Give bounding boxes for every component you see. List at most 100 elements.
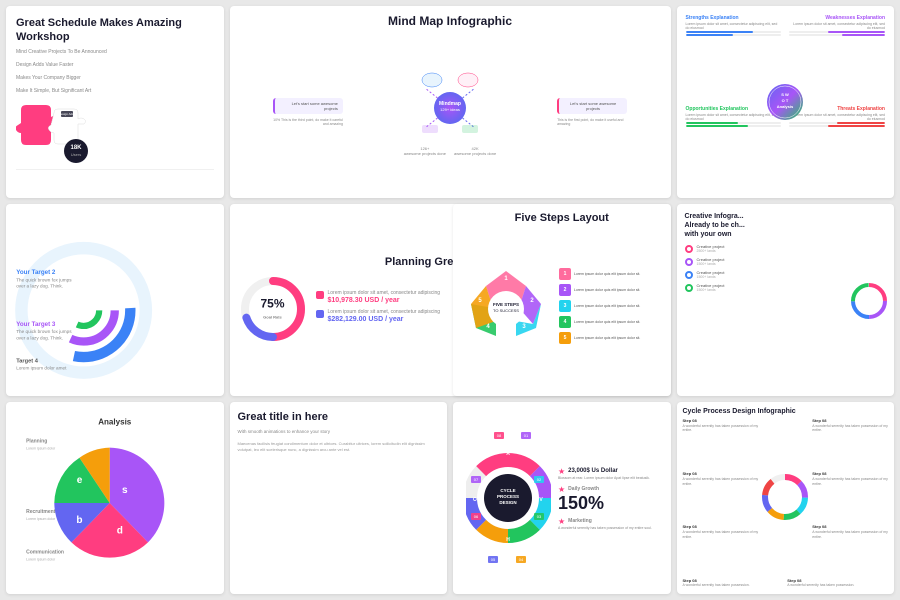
step-box-4: Step 08 A wonderful serenity has taken p… [812, 471, 888, 522]
step-box-3: Step 08 A wonderful serenity has taken p… [683, 471, 759, 522]
cycle-marketing-stat: ★ Marketing A wonderful serenity has tak… [558, 517, 656, 530]
slide9-body: Maecenas facilisis feugiat condimentum d… [238, 441, 440, 453]
mindmap-branch-right-1: Let's start some awesome projects [557, 98, 627, 114]
svg-text:Your Target 2: Your Target 2 [16, 269, 56, 276]
svg-text:Analysis: Analysis [777, 104, 794, 109]
slide1-line2: Design Adds Value Faster [16, 62, 73, 69]
slide9-big-title: Great title in here [238, 410, 328, 424]
cycle-wheel-svg: CYCLE PROCESS DESIGN A V H O 08 01 02 [466, 428, 551, 568]
step-box-7: Step 08 A wonderful serenity has taken p… [683, 578, 784, 588]
mindmap-desc-2: This is the first point, do make it usef… [557, 118, 627, 126]
slide-five-steps: Five Steps Layout FIVE STEPS TO SUCCESS … [453, 204, 671, 396]
step-item-4: 4 Lorem ipsum dolor quis elit ipsum dolo… [559, 316, 663, 328]
step-item-5: 5 Lorem ipsum dolor quis elit ipsum dolo… [559, 332, 663, 344]
slide6-title: Five Steps Layout [515, 212, 609, 224]
svg-text:S W: S W [781, 92, 789, 97]
puzzle-graphic: 18K Users Design Adds [16, 105, 96, 165]
svg-text:s: s [122, 485, 128, 496]
svg-text:Design Adds: Design Adds [59, 112, 76, 116]
step-item-1: 1 Lorem ipsum dolor quis elit ipsum dolo… [559, 268, 663, 280]
slide-mind-map: Mind Map Infographic Let's start some aw… [230, 6, 671, 198]
step-box-2: Step 08 A wonderful serenity has taken p… [812, 418, 888, 469]
mindmap-stat1: 126+awesome projects done [404, 146, 446, 156]
planning-percent: 75% Goal Rate [260, 297, 284, 322]
svg-text:04: 04 [519, 557, 524, 562]
slide1-line3: Makes Your Company Bigger [16, 75, 81, 82]
slide7-title: Creative Infogra...Already to be ch...wi… [685, 212, 745, 239]
steps-grid: Step 08 A wonderful serenity has taken p… [683, 418, 889, 576]
svg-text:DESIGN: DESIGN [499, 500, 516, 505]
svg-text:Lorem ipsum dolor: Lorem ipsum dolor [26, 447, 56, 451]
svg-text:over a lazy dog. Think.: over a lazy dog. Think. [16, 335, 63, 340]
svg-text:Lorem ipsum dolor amet: Lorem ipsum dolor amet [16, 366, 67, 371]
step-box-5: Step 08 A wonderful serenity has taken p… [683, 524, 759, 575]
planning-donut: 75% Goal Rate [238, 274, 308, 344]
svg-text:129+ ideas: 129+ ideas [440, 107, 460, 112]
svg-text:The quick brown fox jumps: The quick brown fox jumps [16, 329, 72, 334]
svg-text:b: b [76, 515, 82, 526]
legend-item-1: Creative project 2500+ lands [685, 244, 887, 253]
slide1-line4: Make It Simple, But Significant Art [16, 88, 91, 95]
steps-list: 1 Lorem ipsum dolor quis elit ipsum dolo… [555, 268, 663, 348]
step-box-1: Step 08 A wonderful serenity has taken p… [683, 418, 759, 469]
slide-great-schedule: Great Schedule Makes Amazing Workshop Mi… [6, 6, 224, 198]
step-box-6: Step 08 A wonderful serenity has taken p… [812, 524, 888, 575]
step-item-2: 2 Lorem ipsum dolor quis elit ipsum dolo… [559, 284, 663, 296]
svg-text:Target 4: Target 4 [16, 358, 39, 364]
five-steps-svg: FIVE STEPS TO SUCCESS 1 2 3 4 5 [461, 266, 551, 351]
slide-cycle-design-infographic: Cycle Process Design Infographic Step 08… [677, 402, 895, 594]
svg-text:Lorem ipsum dolor: Lorem ipsum dolor [26, 557, 56, 561]
slide-great-title: Great title in here With smooth animatio… [230, 402, 448, 594]
slide11-title: Cycle Process Design Infographic [683, 408, 796, 415]
slide-swot: Strengths Explanation Lorem ipsum dolor … [677, 6, 895, 198]
svg-text:03: 03 [537, 514, 542, 519]
slide-creative-infographic: Creative Infogra...Already to be ch...wi… [677, 204, 895, 396]
svg-text:over a lazy dog. Think.: over a lazy dog. Think. [16, 284, 63, 289]
svg-text:Lorem ipsum dolor: Lorem ipsum dolor [26, 517, 56, 521]
center-bottom [760, 524, 810, 575]
step-box-8: Step 08 A wonderful serenity has taken p… [787, 578, 888, 588]
svg-text:TO SUCCESS: TO SUCCESS [493, 308, 519, 313]
center-top [760, 418, 810, 469]
svg-text:02: 02 [537, 477, 542, 482]
slide1-line1: Mind Creative Projects To Be Announced [16, 49, 107, 56]
analysis-svg: Analysis s d b e Planning Lorem ipsum do… [14, 410, 216, 586]
svg-text:O: O [473, 497, 477, 503]
slide-targets: Your Target 2 The quick brown fox jumps … [6, 204, 224, 396]
svg-text:Users: Users [71, 152, 81, 157]
mindmap-svg: Mindmap 129+ ideas [420, 68, 480, 148]
slide-cycle-process: CYCLE PROCESS DESIGN A V H O 08 01 02 [453, 402, 671, 594]
cycle-growth-stat: ★ Daily Growth 150% [558, 485, 656, 512]
svg-text:08: 08 [497, 433, 502, 438]
svg-text:e: e [77, 475, 83, 486]
svg-text:FIVE STEPS: FIVE STEPS [493, 302, 519, 307]
svg-text:05: 05 [491, 557, 496, 562]
targets-svg: Your Target 2 The quick brown fox jumps … [11, 209, 219, 391]
svg-text:18K: 18K [70, 145, 82, 151]
svg-text:06: 06 [474, 514, 479, 519]
svg-text:Your Target 3: Your Target 3 [16, 321, 56, 328]
svg-text:Communication: Communication [26, 549, 64, 555]
svg-text:PROCESS: PROCESS [497, 494, 519, 499]
svg-text:Planning: Planning [26, 439, 47, 445]
slide2-title: Mind Map Infographic [388, 14, 512, 28]
cycle-dollar-stat: ★ 23,000$ Us Dollar Blossom at rear. Lor… [558, 467, 656, 480]
legend-item-2: Creative project 1500+ lands [685, 257, 887, 266]
svg-text:The quick brown fox jumps: The quick brown fox jumps [16, 277, 72, 282]
mindmap-stat2: 42Kawesome projects done [454, 146, 496, 156]
svg-text:01: 01 [524, 433, 529, 438]
svg-text:Recruitment: Recruitment [26, 509, 56, 515]
center-donut [760, 471, 810, 522]
slide7-chart [849, 281, 889, 321]
mindmap-desc-1: 10% This is the third point, do make it … [273, 118, 343, 126]
svg-text:A: A [506, 451, 510, 457]
legend-item-3: Creative project 1500+ lands [685, 270, 887, 279]
mindmap-branch-left-1: Let's start some awesome projects [273, 98, 343, 114]
svg-text:CYCLE: CYCLE [500, 488, 515, 493]
extra-steps-row: Step 08 A wonderful serenity has taken p… [683, 578, 889, 588]
svg-text:Analysis: Analysis [98, 417, 132, 426]
svg-text:07: 07 [474, 477, 479, 482]
swot-center: S W O T Analysis [767, 84, 803, 120]
svg-text:H: H [506, 537, 510, 543]
step-item-3: 3 Lorem ipsum dolor quis elit ipsum dolo… [559, 300, 663, 312]
